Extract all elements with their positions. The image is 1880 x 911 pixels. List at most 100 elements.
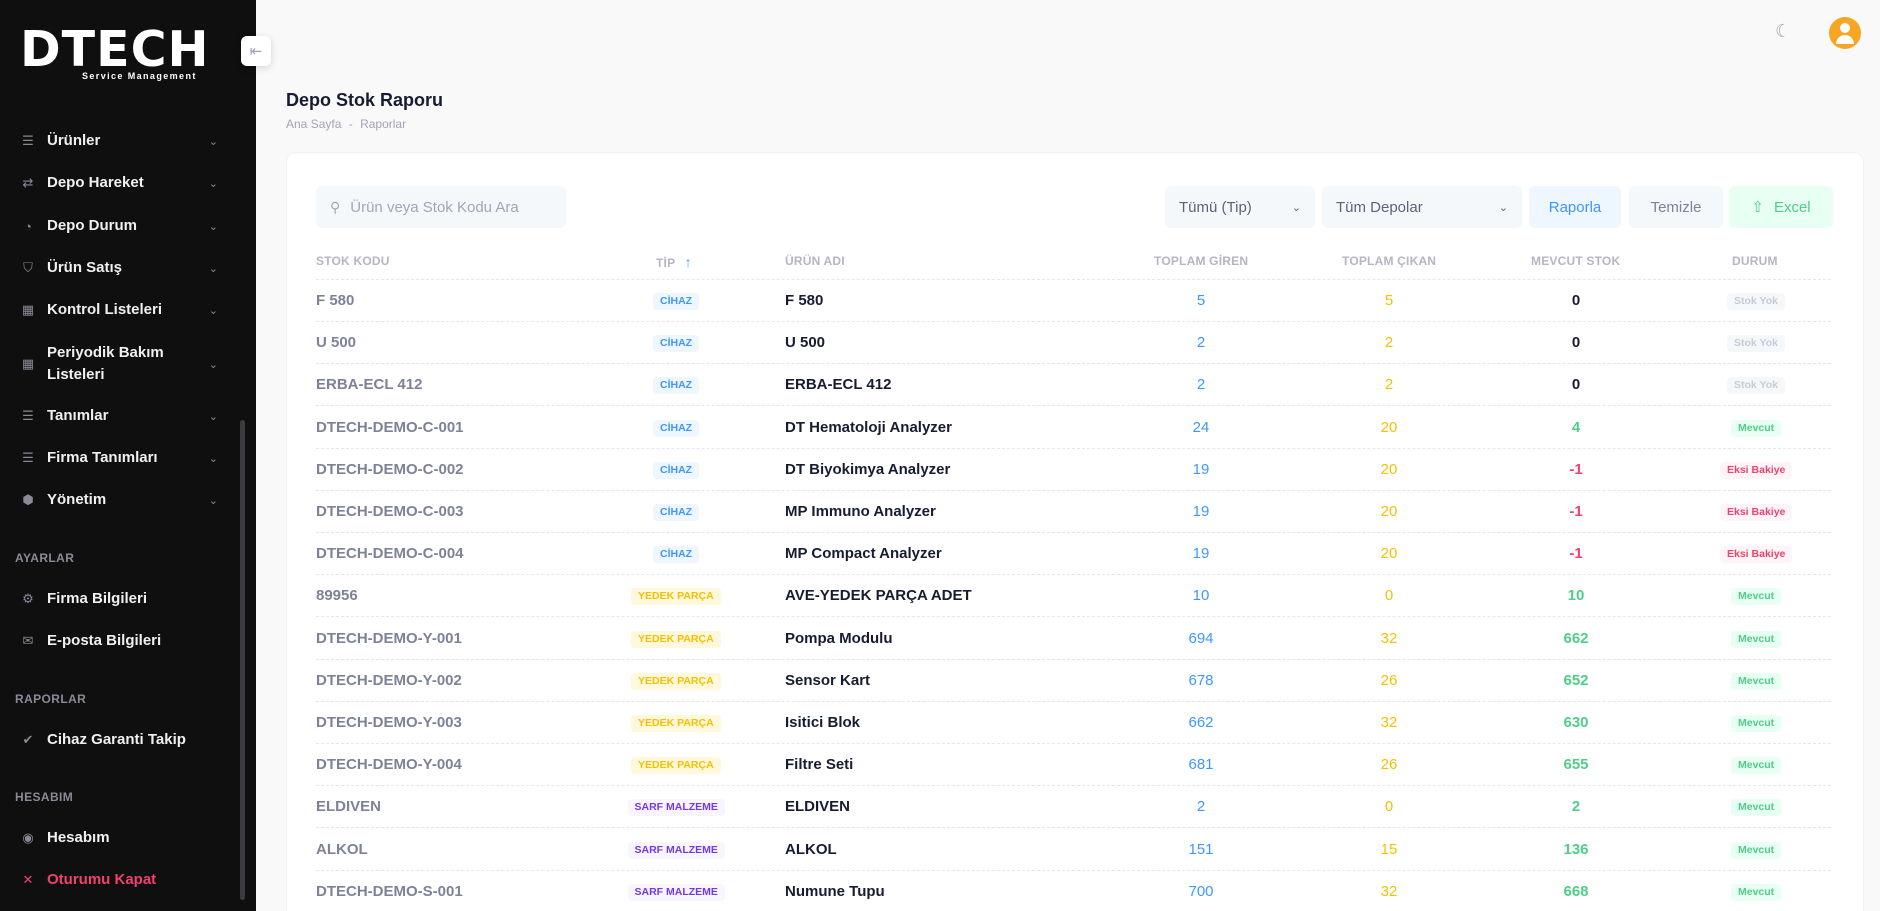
total-in: 2 [1196,334,1206,352]
account-items-1[interactable]: ◉ Hesabım [0,827,240,849]
sidebar-item-1[interactable]: ☰ Ürünler ⌄ [0,130,240,152]
breadcrumb-home[interactable]: Ana Sayfa [286,117,341,131]
sidebar-item-6[interactable]: ▦ Periyodik Bakım Listeleri ⌄ [0,342,240,386]
table-row[interactable]: DTECH-DEMO-C-004 CİHAZ MP Compact Analyzer… [316,533,1831,576]
total-in: 5 [1196,292,1206,309]
type-badge: CİHAZ [653,377,700,395]
list-icon: ☰ [22,408,34,423]
total-out: 32 [1380,714,1398,731]
sidebar-item-4[interactable]: ⛉ Ürün Satış ⌄ [0,257,240,279]
current-stock: 10 [1567,587,1585,605]
sidebar-item-label: Oturumu Kapat [47,871,157,888]
account-items-2[interactable]: ✕ Oturumu Kapat [0,869,240,891]
total-out: 0 [1384,798,1394,816]
chevron-down-icon: ⌄ [208,262,218,275]
settings-items-2[interactable]: ✉ E-posta Bilgileri [0,630,240,652]
status-badge: Eksi Bakiye [1720,461,1793,479]
sidebar-item-9[interactable]: ⬢ Yönetim ⌄ [0,489,240,511]
sidebar-item-3[interactable]: ◔ Depo Durum ⌄ [0,215,240,237]
table-row[interactable]: DTECH-DEMO-C-003 CİHAZ MP Immuno Analyzer 1… [316,491,1831,533]
verified-icon: ✔ [22,732,34,747]
sidebar-item-label: Depo Hareket [47,174,144,191]
total-out: 32 [1380,882,1398,900]
status-badge: Mevcut [1731,883,1782,901]
search-input[interactable] [350,198,541,216]
product-name: Isitici Blok [785,714,861,731]
report-button[interactable]: Raporla [1529,186,1621,228]
table-row[interactable]: DTECH-DEMO-C-002 CİHAZ DT Biyokimya Analyz… [316,449,1831,491]
type-badge: YEDEK PARÇA [631,630,721,648]
product-name: MP Compact Analyzer [785,545,942,563]
header-product-name[interactable]: ÜRÜN ADI [785,254,845,268]
table-row[interactable]: DTECH-DEMO-Y-004 YEDEK PARÇA Filtre Seti 68… [316,744,1831,787]
sidebar-item-7[interactable]: ☰ Tanımlar ⌄ [0,405,240,427]
status-badge: Mevcut [1731,419,1782,437]
type-select[interactable]: Tümü (Tip) ⌄ [1165,186,1315,228]
depot-select[interactable]: Tüm Depolar ⌄ [1322,186,1522,228]
total-out: 5 [1384,292,1394,309]
total-in: 678 [1188,671,1214,689]
table-row[interactable]: U 500 CİHAZ U 500 2 2 0 Stok Yok [316,322,1831,365]
report-items-1[interactable]: ✔ Cihaz Garanti Takip [0,729,240,751]
product-name: DT Hematoloji Analyzer [785,418,952,436]
sidebar-item-8[interactable]: ☰ Firma Tanımları ⌄ [0,447,240,469]
total-in: 10 [1192,587,1210,605]
header-status[interactable]: DURUM [1732,254,1778,268]
sidebar-item-label: Periyodik Bakım Listeleri [47,344,164,383]
total-out: 20 [1380,418,1398,436]
grid-add-icon: ▦ [21,356,35,371]
table-row[interactable]: DTECH-DEMO-S-001 SARF MALZEME Numune Tupu 7… [316,871,1831,911]
header-total-out[interactable]: TOPLAM ÇIKAN [1342,254,1436,268]
table-row[interactable]: DTECH-DEMO-Y-003 YEDEK PARÇA Isitici Blok 6… [316,702,1831,744]
settings-items-1[interactable]: ⚙ Firma Bilgileri [0,588,240,610]
current-stock: -1 [1569,460,1583,478]
brand-name: DTECH [20,21,210,78]
table-row[interactable]: ALKOL SARF MALZEME ALKOL 151 15 136 Mevcut [316,829,1831,871]
breadcrumb-separator: - [348,117,353,131]
table-row[interactable]: DTECH-DEMO-Y-001 YEDEK PARÇA Pompa Modulu 6… [316,618,1831,660]
sidebar-collapse-button[interactable]: ⇤ [241,36,271,66]
depot-select-value: Tüm Depolar [1336,198,1423,216]
current-stock: 630 [1563,714,1589,731]
sidebar-scrollbar[interactable] [240,420,245,900]
breadcrumb-reports[interactable]: Raporlar [360,117,406,131]
status-badge: Mevcut [1731,630,1782,648]
header-stock-code[interactable]: STOK KODU [316,254,390,268]
transfer-icon: ⇄ [22,175,34,190]
type-badge: CİHAZ [653,504,700,521]
chevron-down-icon: ⌄ [1291,201,1301,214]
arrow-left-icon: ⇤ [249,43,263,60]
chevron-down-icon: ⌄ [1498,201,1508,214]
status-badge: Stok Yok [1727,377,1785,395]
excel-export-button[interactable]: ⇧ Excel [1729,186,1833,228]
theme-toggle-moon-icon[interactable]: ☾ [1775,21,1795,41]
table-row[interactable]: DTECH-DEMO-Y-002 YEDEK PARÇA Sensor Kart 67… [316,660,1831,702]
sidebar-item-5[interactable]: ▦ Kontrol Listeleri ⌄ [0,299,240,321]
table-row[interactable]: ELDIVEN SARF MALZEME ELDIVEN 2 0 2 Mevcut [316,786,1831,829]
chevron-down-icon: ⌄ [208,410,218,423]
stock-code: DTECH-DEMO-C-003 [316,503,464,520]
user-icon-head [1840,23,1850,33]
product-name: ERBA-ECL 412 [785,376,892,394]
brand-logo[interactable]: DTECH Service Management [20,21,210,81]
chevron-down-icon: ⌄ [208,135,218,148]
table-header: STOK KODU TİP ↑ ÜRÜN ADI TOPLAM GİREN TO… [316,246,1831,280]
table-row[interactable]: F 580 CİHAZ F 580 5 5 0 Stok Yok [316,280,1831,322]
current-stock: 0 [1571,376,1581,394]
clear-button[interactable]: Temizle [1629,186,1723,228]
table-row[interactable]: ERBA-ECL 412 CİHAZ ERBA-ECL 412 2 2 0 Stok Yok [316,364,1831,407]
chevron-down-icon: ⌄ [208,304,218,317]
header-current-stock[interactable]: MEVCUT STOK [1531,254,1620,268]
table-row[interactable]: DTECH-DEMO-C-001 CİHAZ DT Hematoloji Analy… [316,407,1831,449]
header-total-in[interactable]: TOPLAM GİREN [1154,254,1248,268]
chevron-down-icon: ⌄ [208,494,218,507]
sidebar-item-2[interactable]: ⇄ Depo Hareket ⌄ [0,172,240,194]
chevron-down-icon: ⌄ [208,220,218,233]
grid-add-icon: ▦ [21,302,35,317]
type-badge: YEDEK PARÇA [631,715,721,732]
user-avatar[interactable] [1829,17,1861,49]
table-row[interactable]: 89956 YEDEK PARÇA AVE-YEDEK PARÇA ADET 10 0 1… [316,575,1831,618]
type-badge: SARF MALZEME [627,841,725,859]
header-type[interactable]: TİP ↑ [656,254,692,270]
stock-code: DTECH-DEMO-C-002 [316,460,464,478]
